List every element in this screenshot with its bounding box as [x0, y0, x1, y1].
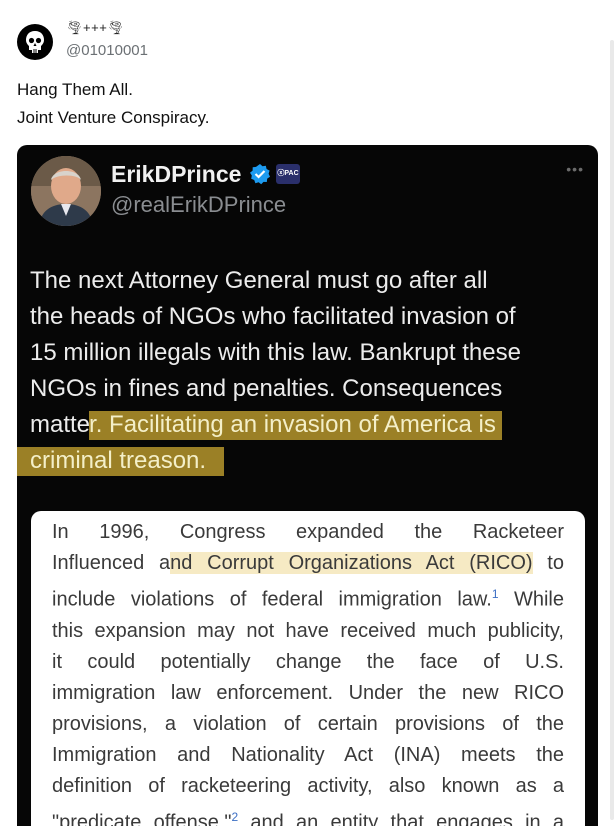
doc-line: "predicate offense,"2 and an entity that…	[52, 802, 564, 826]
verified-badge-icon	[250, 164, 270, 185]
doc-line: immigration law enforcement. Under the n…	[52, 681, 564, 704]
doc-line: Immigration and Nationality Act (INA) me…	[52, 743, 564, 766]
doc-segment: to	[532, 552, 564, 574]
doc-line: this expansion may not have received muc…	[52, 619, 564, 642]
doc-line: it could potentially change the face of …	[52, 650, 564, 673]
tweet-line: 15 million illegals with this law. Bankr…	[30, 339, 521, 366]
portrait-photo	[31, 156, 101, 226]
affiliate-badge: ⓧPAC	[276, 164, 300, 184]
embedded-name: ErikDPrince	[111, 161, 242, 187]
avatar[interactable]	[17, 24, 53, 60]
tweet-line: matter. Facilitating an invasion of Amer…	[30, 407, 590, 443]
embedded-image[interactable]: ErikDPrince ⓧPAC @realErikDPrince ••• Th…	[17, 145, 598, 826]
highlighted-text: r. Facilitating an invasion of America i…	[89, 411, 502, 440]
footnote-ref: 1	[491, 587, 499, 601]
skull-icon	[26, 31, 44, 53]
display-name[interactable]: 🌪+++🌪	[66, 20, 124, 36]
doc-line: include violations of federal immigratio…	[52, 579, 564, 616]
document-excerpt: In 1996, Congress expanded the Racketeer…	[31, 511, 585, 826]
more-options-icon: •••	[566, 161, 584, 177]
doc-segment: include violations of federal immigratio…	[52, 588, 492, 611]
doc-line: provisions, a violation of certain provi…	[52, 712, 564, 735]
post-line: Hang Them All.	[17, 80, 133, 99]
user-handle[interactable]: @01010001	[66, 42, 148, 59]
post-text: Hang Them All. Joint Venture Conspiracy.	[17, 76, 209, 132]
post-line: Joint Venture Conspiracy.	[17, 108, 210, 127]
post: 🌪+++🌪 @01010001 Hang Them All. Joint Ven…	[0, 0, 615, 826]
doc-segment: and an entity that engages in a	[238, 811, 564, 826]
doc-segment: "predicate offense,"	[52, 811, 232, 826]
highlighted-text: criminal treason.	[17, 447, 225, 476]
scrollbar[interactable]	[610, 40, 614, 820]
embedded-tweet-text: The next Attorney General must go after …	[17, 263, 590, 479]
tweet-line: NGOs in fines and penalties. Consequence…	[30, 375, 503, 402]
tweet-text-segment: matte	[30, 411, 91, 438]
tweet-line: The next Attorney General must go after …	[30, 267, 488, 294]
doc-highlight: nd Corrupt Organizations Act (RICO)	[170, 552, 533, 574]
document-text: In 1996, Congress expanded the Racketeer…	[52, 517, 564, 826]
doc-line: definition of racketeering activity, als…	[52, 774, 564, 797]
embedded-avatar	[31, 156, 101, 226]
doc-line: In 1996, Congress expanded the Racketeer	[52, 521, 564, 543]
tweet-line: the heads of NGOs who facilitated invasi…	[30, 303, 516, 330]
doc-line: Influenced and Corrupt Organizations Act…	[52, 548, 564, 579]
doc-segment: Influenced a	[52, 552, 171, 574]
tweet-line: criminal treason.	[17, 443, 590, 479]
embedded-handle: @realErikDPrince	[111, 192, 287, 217]
doc-segment: While	[498, 588, 564, 611]
